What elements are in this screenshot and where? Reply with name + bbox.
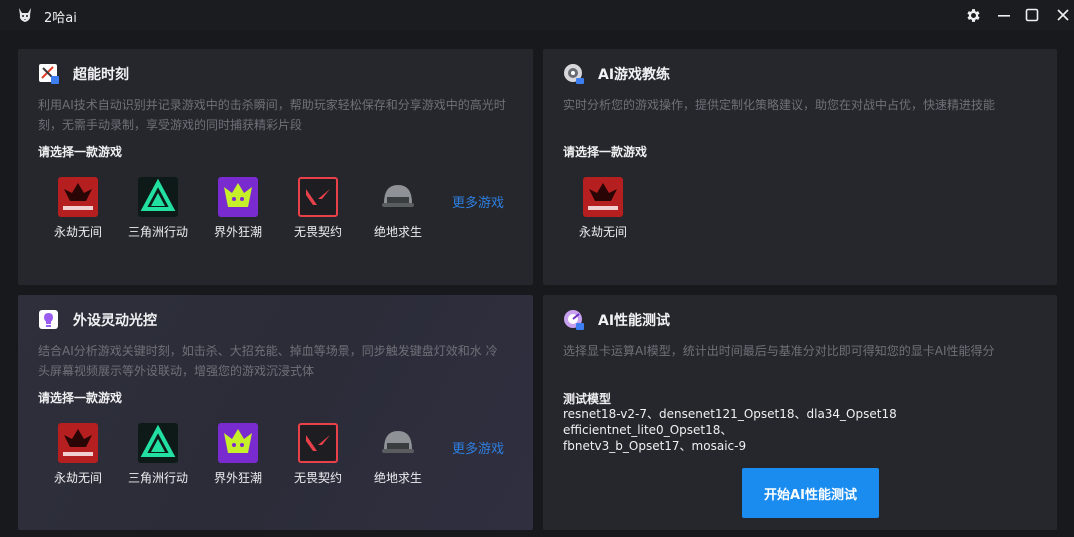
game-delta-force[interactable]: 三角洲行动 bbox=[123, 423, 193, 486]
game-naraka[interactable]: 永劫无间 bbox=[43, 177, 113, 240]
maximize-icon bbox=[1025, 8, 1039, 22]
game-outer-tide[interactable]: 界外狂潮 bbox=[203, 177, 273, 240]
outer-tide-icon bbox=[218, 423, 258, 463]
delta-force-icon bbox=[138, 177, 178, 217]
minimize-icon bbox=[998, 15, 1010, 17]
gear-icon bbox=[966, 8, 980, 22]
game-valorant[interactable]: 无畏契约 bbox=[283, 177, 353, 240]
game-outer-tide[interactable]: 界外狂潮 bbox=[203, 423, 273, 486]
pubg-helmet-icon bbox=[378, 423, 418, 463]
game-pubg[interactable]: 绝地求生 bbox=[363, 423, 433, 486]
test-model-list: resnet18-v2-7、densenet121_Opset18、dla34_… bbox=[563, 407, 897, 453]
delta-force-icon bbox=[138, 423, 178, 463]
light-bulb-icon bbox=[39, 310, 58, 329]
naraka-icon bbox=[58, 177, 98, 217]
app-title: 2哈ai bbox=[44, 11, 77, 26]
valorant-icon bbox=[298, 423, 338, 463]
card-title: 外设灵动光控 bbox=[73, 313, 157, 329]
naraka-icon bbox=[583, 177, 623, 217]
choose-game-label: 请选择一款游戏 bbox=[38, 391, 123, 405]
choose-game-label: 请选择一款游戏 bbox=[38, 145, 123, 159]
card-description: 结合AI分析游戏关键时刻，如击杀、大招充能、掉血等场景，同步触发键盘灯效和水 冷… bbox=[38, 344, 498, 378]
outer-tide-icon bbox=[218, 177, 258, 217]
gpu-benchmark-icon bbox=[564, 310, 584, 330]
game-valorant[interactable]: 无畏契约 bbox=[283, 423, 353, 486]
coach-card[interactable]: AI游戏教练 实时分析您的游戏操作，提供定制化策略建议，助您在对战中占优，快速精… bbox=[543, 49, 1057, 285]
settings-button[interactable] bbox=[963, 5, 983, 25]
maximize-button[interactable] bbox=[1022, 5, 1042, 25]
card-description: 选择显卡运算AI模型，统计出时间最后与基准分对比即可得知您的显卡AI性能得分 bbox=[563, 344, 995, 358]
game-delta-force[interactable]: 三角洲行动 bbox=[123, 177, 193, 240]
sword-highlight-icon bbox=[39, 64, 59, 84]
ai-coach-icon bbox=[564, 64, 584, 84]
close-icon bbox=[1057, 9, 1069, 21]
game-naraka[interactable]: 永劫无间 bbox=[568, 177, 638, 240]
pubg-helmet-icon bbox=[378, 177, 418, 217]
choose-game-label: 请选择一款游戏 bbox=[563, 145, 648, 159]
title-bar: 2哈ai bbox=[0, 0, 1074, 30]
card-title: AI游戏教练 bbox=[598, 67, 671, 83]
game-naraka[interactable]: 永劫无间 bbox=[43, 423, 113, 486]
card-description: 实时分析您的游戏操作，提供定制化策略建议，助您在对战中占优，快速精进技能 bbox=[563, 98, 996, 112]
card-title: AI性能测试 bbox=[598, 313, 671, 329]
more-games-link[interactable]: 更多游戏 bbox=[452, 438, 504, 457]
test-model-label: 测试模型 bbox=[563, 392, 612, 406]
start-benchmark-button[interactable]: 开始AI性能测试 bbox=[742, 468, 879, 518]
card-title: 超能时刻 bbox=[73, 67, 129, 83]
close-button[interactable] bbox=[1053, 5, 1073, 25]
husky-logo-icon bbox=[19, 8, 31, 22]
minimize-button[interactable] bbox=[994, 5, 1014, 25]
card-description: 利用AI技术自动识别并记录游戏中的击杀瞬间，帮助玩家轻松保存和分享游戏中的高光时… bbox=[38, 98, 506, 132]
more-games-link[interactable]: 更多游戏 bbox=[452, 192, 504, 211]
game-pubg[interactable]: 绝地求生 bbox=[363, 177, 433, 240]
highlights-card[interactable]: 超能时刻 利用AI技术自动识别并记录游戏中的击杀瞬间，帮助玩家轻松保存和分享游戏… bbox=[18, 49, 533, 285]
valorant-icon bbox=[298, 177, 338, 217]
naraka-icon bbox=[58, 423, 98, 463]
lighting-card[interactable]: 外设灵动光控 结合AI分析游戏关键时刻，如击杀、大招充能、掉血等场景，同步触发键… bbox=[18, 295, 533, 530]
benchmark-card[interactable]: AI性能测试 选择显卡运算AI模型，统计出时间最后与基准分对比即可得知您的显卡A… bbox=[543, 295, 1057, 530]
